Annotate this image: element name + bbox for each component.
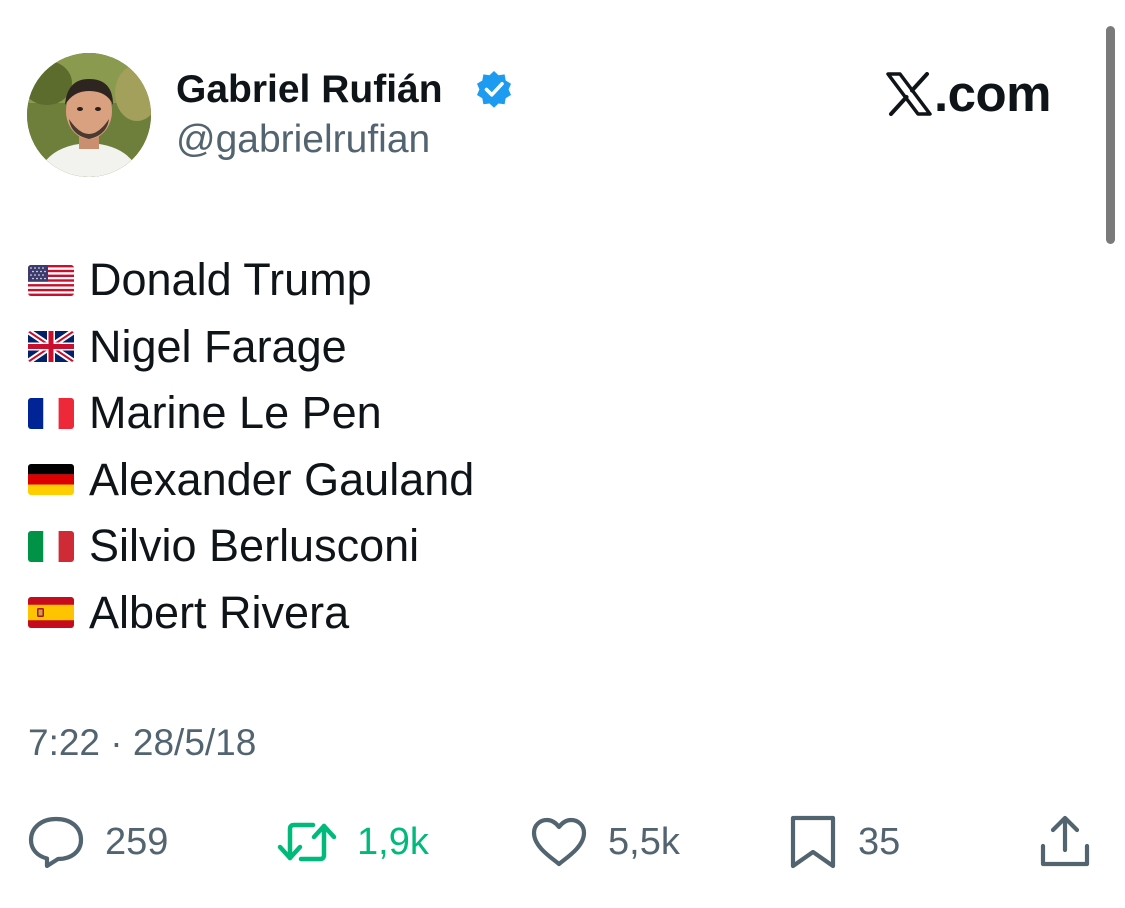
tweet-line: Nigel Farage xyxy=(28,314,474,381)
tweet-timestamp[interactable]: 7:22 · 28/5/18 xyxy=(28,718,256,768)
share-icon xyxy=(1040,815,1090,867)
verified-badge-icon[interactable] xyxy=(474,69,514,109)
avatar[interactable] xyxy=(27,53,151,177)
brand-logo[interactable]: .com xyxy=(886,64,1052,124)
display-name[interactable]: Gabriel Rufián xyxy=(176,64,443,116)
scrollbar[interactable] xyxy=(1106,26,1115,244)
tweet-line: Marine Le Pen xyxy=(28,380,474,447)
heart-icon xyxy=(531,817,587,867)
tweet-line: Alexander Gauland xyxy=(28,447,474,514)
flag-uk-icon xyxy=(28,331,74,363)
tweet-line-text: Albert Rivera xyxy=(89,586,350,638)
bookmark-button[interactable]: 35 xyxy=(788,812,900,872)
reply-count: 259 xyxy=(105,821,169,863)
tweet-text: Donald Trump Nigel Farage Marine Le Pen … xyxy=(28,247,474,646)
brand-text: .com xyxy=(934,65,1052,122)
tweet-line-text: Alexander Gauland xyxy=(89,453,475,505)
retweet-icon xyxy=(277,822,337,862)
tweet-line-text: Donald Trump xyxy=(89,254,372,306)
flag-es-icon xyxy=(28,597,74,629)
tweet-line-text: Silvio Berlusconi xyxy=(89,520,420,572)
bookmark-icon xyxy=(790,815,836,869)
tweet-line-text: Nigel Farage xyxy=(89,320,347,372)
retweet-count: 1,9k xyxy=(357,821,429,863)
flag-us-icon xyxy=(28,264,74,296)
share-button[interactable] xyxy=(1037,812,1093,872)
tweet-line: Donald Trump xyxy=(28,247,474,314)
tweet-line-text: Marine Le Pen xyxy=(89,387,382,439)
retweet-button[interactable]: 1,9k xyxy=(277,812,429,872)
like-button[interactable]: 5,5k xyxy=(530,812,680,872)
tweet-card: Gabriel Rufián @gabrielrufian .com Donal… xyxy=(0,0,1125,908)
x-logo-icon xyxy=(886,72,932,116)
flag-it-icon xyxy=(28,530,74,562)
tweet-line: Albert Rivera xyxy=(28,580,474,647)
user-handle[interactable]: @gabrielrufian xyxy=(176,114,430,166)
flag-fr-icon xyxy=(28,397,74,429)
bookmark-count: 35 xyxy=(858,821,901,863)
flag-de-icon xyxy=(28,464,74,496)
reply-button[interactable]: 259 xyxy=(27,812,168,872)
tweet-line: Silvio Berlusconi xyxy=(28,513,474,580)
reply-icon xyxy=(28,816,84,869)
like-count: 5,5k xyxy=(608,821,680,863)
